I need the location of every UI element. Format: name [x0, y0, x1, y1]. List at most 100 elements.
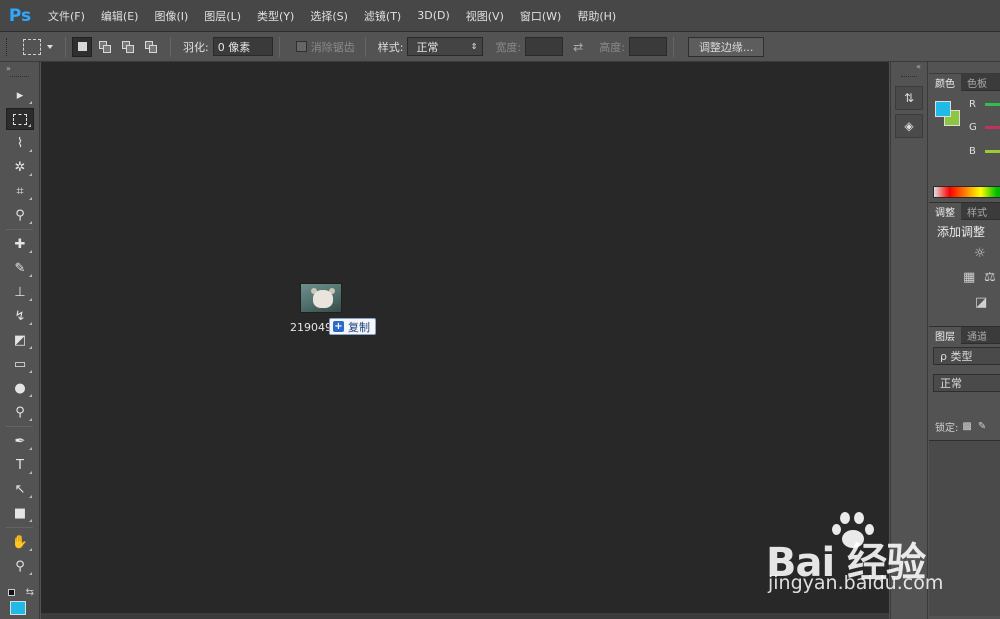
layers-panel-tabs: 图层 通道	[929, 327, 1000, 344]
path-selection-tool-icon[interactable]: ↖	[6, 478, 34, 500]
swap-colors-icon[interactable]: ⇆	[26, 587, 34, 598]
properties-panel-icon[interactable]: ◈	[895, 114, 923, 138]
dragged-image-thumbnail	[300, 283, 342, 313]
history-panel-icon[interactable]: ⇅	[895, 86, 923, 110]
rect-marquee-tool-icon[interactable]	[6, 108, 34, 130]
height-input[interactable]	[628, 37, 667, 56]
default-colors-icon[interactable]	[8, 589, 15, 596]
intersect-selection-button[interactable]	[141, 37, 161, 57]
panel-foreground-swatch[interactable]	[935, 101, 951, 117]
lasso-tool-icon[interactable]: ⌇	[6, 132, 34, 154]
refine-edge-button[interactable]: 调整边缘...	[687, 36, 765, 57]
new-selection-button[interactable]	[72, 36, 92, 57]
dodge-tool-icon[interactable]: ⚲	[6, 401, 34, 423]
levels-icon[interactable]: ▦	[963, 270, 975, 285]
crop-tool-icon[interactable]: ⌗	[6, 180, 34, 202]
new-selection-icon	[77, 42, 87, 51]
antialias-checkbox[interactable]	[295, 41, 307, 52]
color-spectrum-bar[interactable]	[933, 186, 1000, 198]
toolbar-collapse-icon[interactable]: »	[0, 62, 39, 74]
tab-layers[interactable]: 图层	[929, 327, 961, 344]
add-selection-button[interactable]	[95, 37, 115, 57]
subtract-selection-button[interactable]	[118, 37, 138, 57]
divider	[278, 36, 280, 57]
tab-color[interactable]: 颜色	[929, 74, 961, 91]
lock-row: 锁定: ▩ ✎	[935, 419, 986, 434]
channel-g-label: G	[969, 122, 977, 133]
color-swatches[interactable]: ⇆	[6, 587, 36, 619]
brush-tool-icon[interactable]: ✎	[6, 257, 34, 279]
canvas-scrollbar[interactable]	[41, 613, 889, 619]
copy-drop-tooltip: + 复制	[329, 318, 376, 335]
eraser-tool-icon[interactable]: ◩	[6, 329, 34, 351]
type-tool-icon[interactable]: T	[6, 454, 34, 476]
divider	[65, 36, 66, 57]
layer-kind-filter[interactable]: ρ 类型	[933, 347, 1000, 365]
dragged-file-name: 219049	[290, 321, 332, 334]
style-select[interactable]: 正常 ⇕	[407, 37, 484, 56]
toolbar-grip[interactable]	[10, 76, 29, 82]
gradient-tool-icon[interactable]: ▭	[6, 353, 34, 375]
lock-transparent-icon[interactable]: ▩	[962, 421, 971, 432]
updown-icon: ⇕	[470, 42, 478, 51]
history-brush-tool-icon[interactable]: ↯	[6, 305, 34, 327]
divider	[170, 36, 171, 57]
tab-adjustments[interactable]: 调整	[929, 203, 961, 220]
blend-mode-select[interactable]: 正常	[933, 374, 1000, 392]
swap-dimensions-icon[interactable]: ⇄	[573, 40, 583, 54]
menu-view[interactable]: 视图(V)	[458, 8, 512, 24]
tool-preset-dropdown-icon[interactable]	[47, 44, 53, 49]
menu-file[interactable]: 文件(F)	[40, 8, 93, 24]
eyedropper-tool-icon[interactable]: ⚲	[6, 204, 34, 226]
menu-edit[interactable]: 编辑(E)	[93, 8, 147, 24]
channel-r-slider[interactable]	[985, 103, 1000, 106]
style-label: 样式:	[377, 40, 404, 54]
tab-styles[interactable]: 样式	[961, 203, 993, 220]
clone-stamp-tool-icon[interactable]: ⊥	[6, 281, 34, 303]
zoom-tool-icon[interactable]: ⚲	[6, 555, 34, 577]
healing-brush-tool-icon[interactable]: ✚	[6, 233, 34, 255]
lock-paint-icon[interactable]: ✎	[978, 421, 986, 432]
balance-icon[interactable]: ⚖	[984, 270, 996, 285]
menu-3d[interactable]: 3D(D)	[409, 9, 458, 22]
dock-grip[interactable]	[901, 76, 917, 82]
menu-window[interactable]: 窗口(W)	[512, 8, 569, 24]
plus-icon: +	[333, 321, 344, 332]
copy-tip-label: 复制	[348, 320, 370, 334]
move-tool-icon[interactable]: ▸	[6, 84, 34, 106]
menu-help[interactable]: 帮助(H)	[569, 8, 624, 24]
hand-tool-icon[interactable]: ✋	[6, 531, 34, 553]
menu-type[interactable]: 类型(Y)	[249, 8, 302, 24]
subtract-selection-icon	[122, 40, 134, 53]
channel-b-label: B	[969, 146, 976, 157]
feather-input[interactable]: 0 像素	[212, 37, 273, 56]
height-label: 高度:	[599, 40, 625, 54]
tool-preset-icon[interactable]	[23, 38, 41, 55]
tab-channels[interactable]: 通道	[961, 327, 993, 344]
tab-swatches[interactable]: 色板	[961, 74, 993, 91]
document-canvas-area[interactable]: 219049 + 复制	[41, 62, 889, 613]
menu-select[interactable]: 选择(S)	[302, 8, 356, 24]
foreground-color-swatch[interactable]	[10, 601, 26, 615]
feather-label: 羽化:	[183, 40, 209, 54]
dock-collapse-icon[interactable]: «	[891, 62, 927, 74]
width-input[interactable]	[525, 37, 564, 56]
blur-tool-icon[interactable]: ●	[6, 377, 34, 399]
menu-layer[interactable]: 图层(L)	[196, 8, 249, 24]
layers-list[interactable]	[929, 440, 1000, 616]
adjust-panel-tabs: 调整 样式	[929, 203, 1000, 220]
options-bar-grip[interactable]	[6, 37, 9, 56]
menu-image[interactable]: 图像(I)	[146, 8, 196, 24]
color-panel-tabs: 颜色 色板	[929, 74, 1000, 91]
dog-photo	[313, 290, 333, 308]
shape-tool-icon[interactable]: ■	[6, 502, 34, 524]
photo-filter-icon[interactable]: ◪	[975, 295, 987, 310]
menu-filter[interactable]: 滤镜(T)	[356, 8, 409, 24]
pen-tool-icon[interactable]: ✒	[6, 430, 34, 452]
magic-wand-tool-icon[interactable]: ✲	[6, 156, 34, 178]
channel-g-slider[interactable]	[985, 126, 1000, 129]
brightness-icon[interactable]: ☼	[974, 246, 986, 261]
divider	[6, 229, 33, 230]
lock-label: 锁定:	[935, 423, 959, 434]
channel-b-slider[interactable]	[985, 150, 1000, 153]
